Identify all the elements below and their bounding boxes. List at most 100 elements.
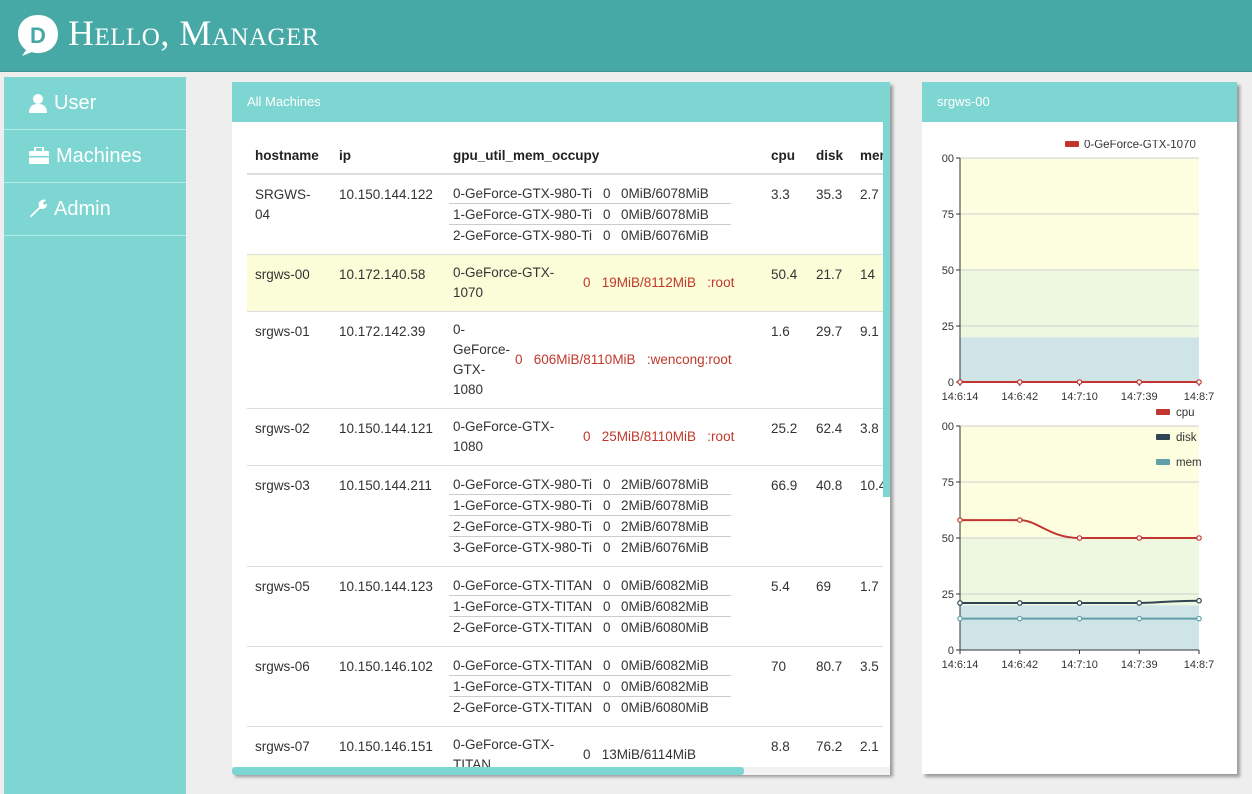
gpu-name: 2-GeForce-GTX-980-Ti [453, 519, 593, 534]
briefcase-icon [29, 147, 49, 164]
sidebar-item-label: Admin [54, 197, 111, 220]
y-tick-label: 0 [948, 377, 954, 389]
gpu-name: 1-GeForce-GTX-980-Ti [453, 498, 593, 513]
legend-swatch [1156, 459, 1170, 465]
gpu-mem: 0MiB/6082MiB [621, 599, 709, 614]
gpu-name: 0-GeForce-GTX-TITAN [453, 737, 555, 768]
cell-gpu: 0-GeForce-GTX-TITAN 0 0MiB/6082MiB 1-GeForc… [445, 646, 763, 727]
chart-band [960, 605, 1199, 650]
chart-band [960, 270, 1199, 338]
x-tick-label: 14:8:7 [1184, 659, 1215, 671]
data-point [957, 615, 963, 622]
gpu-entry: 3-GeForce-GTX-980-Ti 0 2MiB/6076MiB [449, 537, 731, 558]
table-row[interactable]: SRGWS-04 10.150.144.122 0-GeForce-GTX-980-… [247, 174, 883, 255]
sidebar-item-user[interactable]: User [4, 77, 186, 130]
cell-cpu: 3.3 [763, 174, 808, 255]
gpu-util: 0 [603, 186, 611, 201]
cell-cpu: 8.8 [763, 726, 808, 768]
cell-hostname: srgws-03 [247, 465, 331, 567]
panel-title: srgws-00 [922, 82, 1237, 122]
cell-ip: 10.172.140.58 [331, 254, 445, 312]
data-point [1016, 615, 1023, 622]
gpu-list: 0-GeForce-GTX-980-Ti 0 2MiB/6078MiB 1-GeFor… [449, 474, 731, 558]
vertical-scrollbar[interactable] [883, 122, 890, 497]
cell-hostname: SRGWS-04 [247, 174, 331, 255]
column-header-cpu[interactable]: cpu [763, 122, 808, 175]
sidebar-item-admin[interactable]: Admin [4, 183, 186, 236]
gpu-name: 3-GeForce-GTX-980-Ti [453, 540, 593, 555]
column-header-mem[interactable]: mem [852, 122, 883, 175]
gpu-entry: 0-GeForce-GTX-TITAN 0 0MiB/6082MiB [449, 655, 731, 676]
horizontal-scrollbar[interactable] [232, 767, 744, 775]
table-row[interactable]: srgws-05 10.150.144.123 0-GeForce-GTX-TITA… [247, 566, 883, 647]
gpu-mem: 2MiB/6078MiB [621, 498, 709, 513]
gpu-name: 2-GeForce-GTX-980-Ti [453, 228, 593, 243]
table-row[interactable]: srgws-06 10.150.146.102 0-GeForce-GTX-TITA… [247, 646, 883, 727]
data-point [1196, 597, 1202, 604]
cell-mem: 14 [852, 254, 883, 312]
gpu-util: 0 [603, 599, 611, 614]
column-header-disk[interactable]: disk [808, 122, 852, 175]
cell-hostname: srgws-05 [247, 566, 331, 647]
x-tick-label: 14:7:39 [1121, 659, 1158, 671]
gpu-util: 0 [603, 540, 611, 555]
gpu-util-chart: 0 25 50 75 00 14:6:14 14:6:42 14:7:10 14:7:39 14:… [942, 140, 1215, 403]
gpu-name: 0-GeForce-GTX-980-Ti [453, 477, 593, 492]
gpu-name: 0-GeForce-GTX-TITAN [453, 658, 593, 673]
table-row[interactable]: srgws-01 10.172.142.39 0-GeForce-GTX-1080 0… [247, 311, 883, 409]
gpu-entry: 1-GeForce-GTX-TITAN 0 0MiB/6082MiB [449, 676, 731, 697]
page-title: Hello, Manager [68, 13, 320, 53]
cell-gpu: 0-GeForce-GTX-1080 0 25MiB/8110MiB :root [445, 408, 763, 466]
table-row[interactable]: srgws-00 10.172.140.58 0-GeForce-GTX-1070 0… [247, 254, 883, 312]
sidebar-item-machines[interactable]: Machines [4, 130, 186, 183]
gpu-detail: 0 13MiB/6114MiB [583, 747, 697, 762]
cell-ip: 10.150.144.122 [331, 174, 445, 255]
cell-mem: 10.4 [852, 465, 883, 567]
data-point [1196, 615, 1202, 622]
user-icon [29, 94, 47, 113]
gpu-mem: 0MiB/6078MiB [621, 186, 709, 201]
data-point [1196, 535, 1202, 541]
data-point [957, 379, 963, 385]
y-tick-label: 50 [942, 533, 954, 545]
machines-panel: All Machines hostname ip gpu_util_mem_oc… [232, 82, 890, 774]
cell-hostname: srgws-02 [247, 408, 331, 466]
x-tick-label: 14:8:7 [1184, 391, 1215, 403]
gpu-entry: 1-GeForce-GTX-980-Ti 0 0MiB/6078MiB [449, 204, 731, 225]
resource-usage-chart: 0 25 50 75 00 14:6:14 14:6:42 14:7:10 14:7:39 14:… [942, 408, 1215, 671]
data-point [957, 517, 963, 523]
data-point [1076, 535, 1083, 541]
cell-disk: 29.7 [808, 311, 852, 409]
column-header-hostname[interactable]: hostname [247, 122, 331, 175]
gpu-detail: 0 19MiB/8112MiB :root [583, 275, 735, 290]
column-header-ip[interactable]: ip [331, 122, 445, 175]
column-header-gpu[interactable]: gpu_util_mem_occupy [445, 122, 763, 175]
gpu-name: 1-GeForce-GTX-980-Ti [453, 207, 593, 222]
table-row[interactable]: srgws-02 10.150.144.121 0-GeForce-GTX-1080… [247, 408, 883, 466]
y-tick-label: 25 [942, 321, 954, 333]
gpu-util: 0 [603, 578, 611, 593]
gpu-mem: 2MiB/6078MiB [621, 519, 709, 534]
gpu-entry: 2-GeForce-GTX-980-Ti 0 2MiB/6078MiB [449, 516, 731, 537]
legend-label: 0-GeForce-GTX-1070 [1084, 140, 1196, 151]
table-row[interactable]: srgws-03 10.150.144.211 0-GeForce-GTX-980-… [247, 465, 883, 567]
y-tick-label: 0 [948, 645, 954, 657]
table-row[interactable]: srgws-07 10.150.146.151 0-GeForce-GTX-TITA… [247, 726, 883, 768]
cell-ip: 10.150.144.121 [331, 408, 445, 466]
gpu-util: 0 [603, 228, 611, 243]
gpu-mem: 2MiB/6076MiB [621, 540, 709, 555]
cell-ip: 10.172.142.39 [331, 311, 445, 409]
gpu-mem: 0MiB/6076MiB [621, 228, 709, 243]
gpu-name: 2-GeForce-GTX-TITAN [453, 700, 593, 715]
gpu-name: 0-GeForce-GTX-1080 [453, 419, 555, 454]
legend-label: disk [1176, 432, 1197, 444]
x-tick-label: 14:6:42 [1001, 659, 1038, 671]
data-point [1016, 517, 1023, 523]
data-point [1016, 379, 1023, 385]
gpu-name: 2-GeForce-GTX-TITAN [453, 620, 593, 635]
gpu-util: 0 [603, 658, 611, 673]
gpu-list: 0-GeForce-GTX-TITAN 0 0MiB/6082MiB 1-GeForc… [449, 575, 731, 638]
gpu-entry: 1-GeForce-GTX-TITAN 0 0MiB/6082MiB [449, 596, 731, 617]
sidebar: User Machines Admin [4, 77, 186, 794]
gpu-util: 0 [603, 207, 611, 222]
